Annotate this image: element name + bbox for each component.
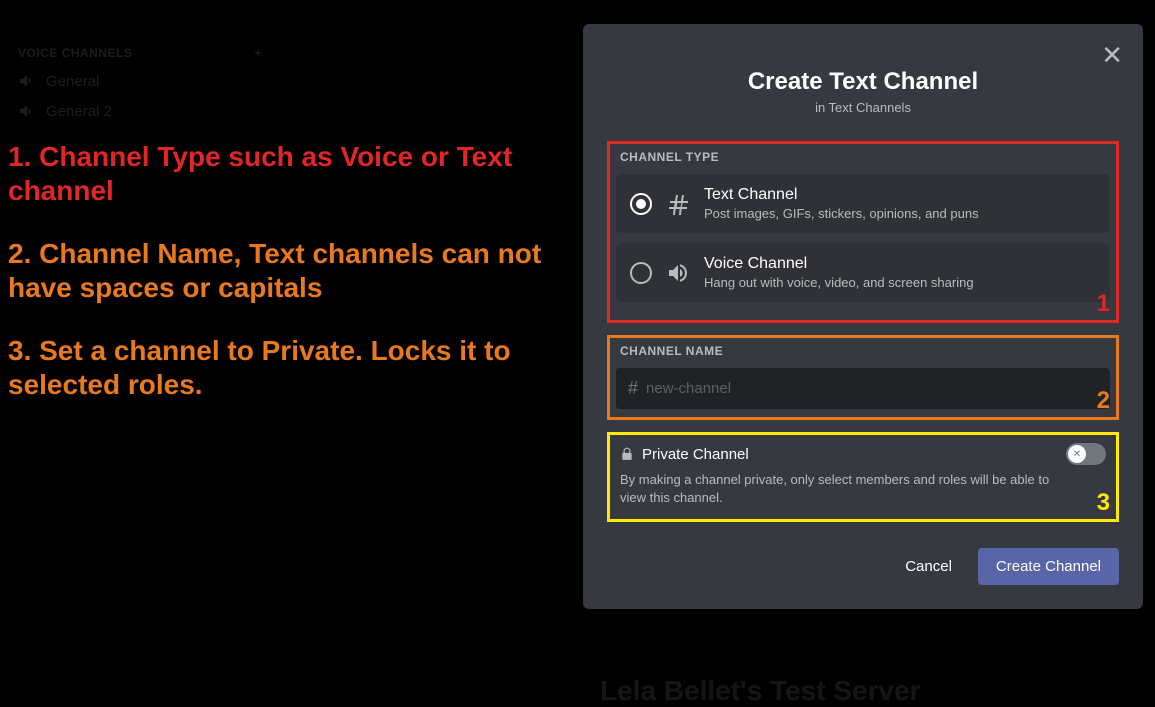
voice-channels-label: VOICE CHANNELS: [18, 46, 132, 60]
annotation-1: 1. Channel Type such as Voice or Text ch…: [8, 140, 568, 207]
channel-type-section: CHANNEL TYPE Text Channel Post images, G…: [607, 141, 1119, 323]
modal-subtitle: in Text Channels: [607, 100, 1119, 115]
sidebar-item-label: General 2: [46, 103, 112, 120]
speaker-icon: [666, 261, 690, 285]
tutorial-annotations: 1. Channel Type such as Voice or Text ch…: [8, 140, 568, 402]
private-toggle[interactable]: [1066, 443, 1106, 465]
channel-name-input-wrap[interactable]: #: [616, 368, 1110, 409]
voice-channel-desc: Hang out with voice, video, and screen s…: [704, 275, 1096, 290]
annotation-3: 3. Set a channel to Private. Locks it to…: [8, 334, 568, 401]
sidebar-item-general-2[interactable]: General 2: [10, 96, 270, 126]
plus-icon[interactable]: +: [254, 46, 262, 60]
modal-footer: Cancel Create Channel: [607, 548, 1119, 585]
sidebar-item-label: General: [46, 73, 99, 90]
modal-title: Create Text Channel: [607, 68, 1119, 96]
cancel-button[interactable]: Cancel: [893, 548, 964, 585]
channel-name-section: CHANNEL NAME # 2: [607, 335, 1119, 420]
channel-type-voice[interactable]: Voice Channel Hang out with voice, video…: [616, 243, 1110, 302]
create-channel-button[interactable]: Create Channel: [978, 548, 1119, 585]
voice-channel-title: Voice Channel: [704, 255, 1096, 273]
box-number-2: 2: [1097, 387, 1110, 415]
create-channel-modal: ✕ Create Text Channel in Text Channels C…: [583, 24, 1143, 609]
radio-voice-channel[interactable]: [630, 262, 652, 284]
text-channel-title: Text Channel: [704, 186, 1096, 204]
voice-channels-header[interactable]: VOICE CHANNELS +: [10, 40, 270, 66]
box-number-3: 3: [1097, 489, 1110, 517]
channel-name-label: CHANNEL NAME: [616, 344, 1110, 358]
lock-icon: [620, 447, 634, 461]
box-number-1: 1: [1097, 290, 1110, 318]
channel-name-input[interactable]: [646, 380, 1098, 397]
hash-icon: [666, 192, 690, 216]
close-icon[interactable]: ✕: [1101, 40, 1123, 71]
annotation-2: 2. Channel Name, Text channels can not h…: [8, 237, 568, 304]
text-channel-desc: Post images, GIFs, stickers, opinions, a…: [704, 206, 1096, 221]
sidebar-item-general[interactable]: General: [10, 66, 270, 96]
radio-text-channel[interactable]: [630, 193, 652, 215]
private-channel-title: Private Channel: [642, 446, 1058, 463]
private-channel-desc: By making a channel private, only select…: [616, 471, 1110, 511]
private-channel-section: Private Channel By making a channel priv…: [607, 432, 1119, 522]
hash-icon: #: [628, 378, 638, 399]
speaker-icon: [18, 102, 36, 120]
speaker-icon: [18, 72, 36, 90]
channel-type-text[interactable]: Text Channel Post images, GIFs, stickers…: [616, 174, 1110, 233]
server-name-footer: Lela Bellet's Test Server: [600, 675, 921, 707]
channel-type-label: CHANNEL TYPE: [616, 150, 1110, 164]
